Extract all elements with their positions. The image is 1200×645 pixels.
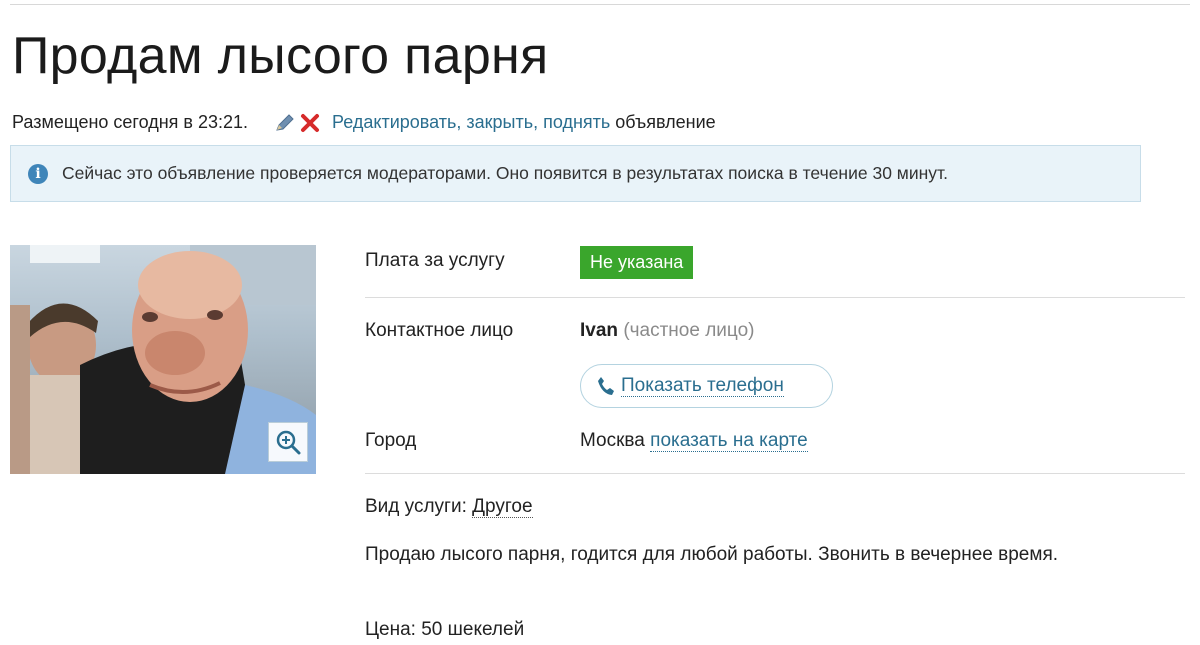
contact-value: Ivan (частное лицо): [580, 320, 754, 342]
contact-name: Ivan: [580, 320, 619, 341]
show-on-map-link[interactable]: показать на карте: [650, 430, 808, 452]
divider: [365, 473, 1185, 474]
show-phone-button[interactable]: Показать телефон: [580, 364, 833, 408]
service-type: Вид услуги: Другое: [365, 496, 533, 518]
page-title: Продам лысого парня: [12, 27, 549, 85]
posted-time: Размещено сегодня в 23:21.: [12, 112, 249, 132]
listing-meta: Размещено сегодня в 23:21. Редактировать…: [12, 112, 716, 133]
zoom-in-icon[interactable]: [268, 422, 308, 462]
phone-icon: [597, 376, 615, 396]
close-icon[interactable]: [300, 113, 320, 133]
price-value: Не указана: [580, 246, 694, 279]
service-label: Вид услуги:: [365, 496, 467, 517]
actions-suffix: объявление: [615, 112, 716, 132]
moderation-notice: i Сейчас это объявление проверяется моде…: [10, 145, 1141, 202]
pencil-icon[interactable]: [274, 113, 296, 133]
show-phone-label: Показать телефон: [621, 374, 784, 397]
contact-label: Контактное лицо: [365, 320, 514, 341]
listing-photo[interactable]: [10, 245, 316, 474]
price-badge: Не указана: [580, 246, 694, 279]
price-line: Цена: 50 шекелей: [365, 619, 525, 640]
price-label: Плата за услугу: [365, 250, 505, 271]
info-icon: i: [28, 163, 48, 184]
edit-close-raise-links[interactable]: Редактировать, закрыть, поднять: [332, 112, 610, 132]
contact-note: (частное лицо): [623, 320, 755, 341]
city-label: Город: [365, 430, 417, 451]
top-divider: [10, 4, 1190, 5]
service-value-link[interactable]: Другое: [472, 496, 533, 518]
divider: [365, 297, 1185, 298]
city-name: Москва: [580, 430, 645, 451]
city-value: Москва показать на карте: [580, 430, 808, 452]
description: Продаю лысого парня, годится для любой р…: [365, 544, 1059, 565]
notice-text: Сейчас это объявление проверяется модера…: [62, 163, 948, 183]
